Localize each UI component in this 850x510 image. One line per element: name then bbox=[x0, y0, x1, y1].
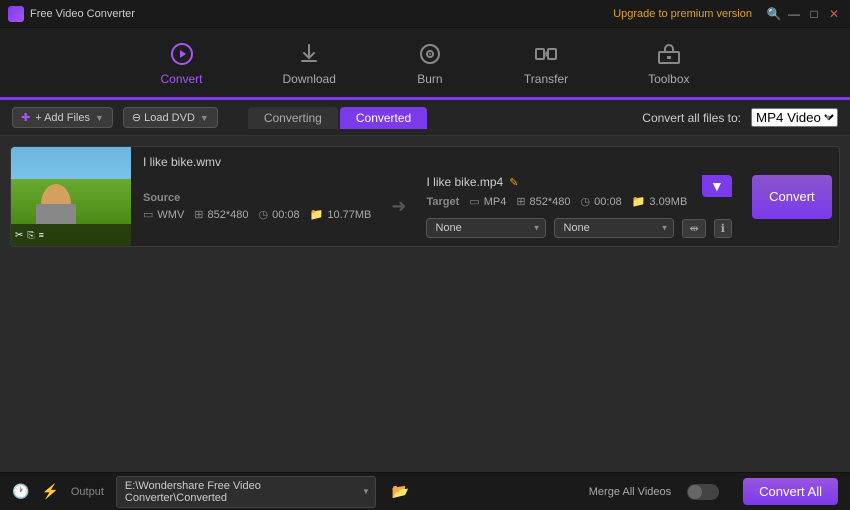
source-label: Source bbox=[143, 192, 371, 204]
nav-download-label: Download bbox=[283, 72, 336, 86]
merge-toggle[interactable] bbox=[687, 484, 719, 500]
add-files-button[interactable]: ✚ + Add Files ▼ bbox=[12, 107, 113, 128]
format-select-wrap[interactable]: MP4 Video bbox=[751, 108, 838, 127]
title-bar: Free Video Converter Upgrade to premium … bbox=[0, 0, 850, 28]
folder-open-icon[interactable]: 📂 bbox=[392, 483, 409, 500]
convert-all-files-label: Convert all files to: bbox=[642, 111, 741, 125]
effect2-select[interactable]: None bbox=[554, 218, 674, 238]
source-resolution: ⊞ 852*480 bbox=[194, 208, 248, 221]
nav-convert-label: Convert bbox=[160, 72, 202, 86]
app-title: Free Video Converter bbox=[30, 8, 135, 20]
nav-convert[interactable]: Convert bbox=[150, 34, 212, 92]
nav-burn[interactable]: Burn bbox=[406, 34, 454, 92]
list-icon[interactable]: ≡ bbox=[39, 230, 44, 240]
convert-button[interactable]: Convert bbox=[752, 175, 832, 219]
effect1-select-wrap[interactable]: None bbox=[426, 218, 546, 238]
burn-icon bbox=[416, 40, 444, 68]
effect2-select-wrap[interactable]: None bbox=[554, 218, 674, 238]
app-icon bbox=[8, 6, 24, 22]
title-left: Free Video Converter bbox=[8, 6, 135, 22]
target-format: ▭ MP4 bbox=[469, 195, 506, 208]
nav-download[interactable]: Download bbox=[273, 34, 346, 92]
status-bar: 🕐 ⚡ Output E:\Wondershare Free Video Con… bbox=[0, 472, 850, 510]
file-thumbnail: ✂ ⎘ ≡ bbox=[11, 147, 131, 246]
tab-converting[interactable]: Converting bbox=[248, 107, 338, 129]
source-group: Source ▭ WMV ⊞ 852*480 ◷ 00:08 bbox=[143, 192, 371, 221]
folder-icon: 📁 bbox=[310, 208, 324, 221]
maximize-button[interactable]: □ bbox=[806, 6, 822, 22]
target-res-icon: ⊞ bbox=[516, 195, 525, 208]
source-items: ▭ WMV ⊞ 852*480 ◷ 00:08 📁 bbox=[143, 208, 371, 221]
target-folder-icon: 📁 bbox=[632, 195, 646, 208]
convert-icon bbox=[168, 40, 196, 68]
history-icon[interactable]: 🕐 bbox=[12, 483, 29, 500]
output-path[interactable]: E:\Wondershare Free Video Converter\Conv… bbox=[116, 476, 376, 508]
effects-row: None None ⇹ ℹ bbox=[426, 218, 731, 238]
load-dvd-button[interactable]: ⊖ Load DVD ▼ bbox=[123, 107, 218, 128]
file-details-row: Source ▭ WMV ⊞ 852*480 ◷ 00:08 bbox=[143, 175, 732, 238]
title-right: Upgrade to premium version 🔍 — □ ✕ bbox=[613, 6, 842, 22]
toolbar: ✚ + Add Files ▼ ⊖ Load DVD ▼ Converting … bbox=[0, 100, 850, 136]
source-duration: ◷ 00:08 bbox=[259, 208, 300, 221]
tabs: Converting Converted bbox=[248, 107, 427, 129]
target-label: Target bbox=[426, 196, 459, 208]
merge-all-label: Merge All Videos bbox=[589, 486, 671, 498]
target-items: Target ▭ MP4 ⊞ 852*480 ◷ 00:08 bbox=[426, 195, 731, 208]
target-filename: I like bike.mp4 bbox=[426, 175, 503, 189]
output-label: Output bbox=[71, 486, 104, 498]
format-icon: ▭ bbox=[143, 208, 153, 221]
transfer-icon bbox=[532, 40, 560, 68]
upgrade-link[interactable]: Upgrade to premium version bbox=[613, 8, 752, 20]
tab-converted[interactable]: Converted bbox=[340, 107, 427, 129]
target-name-row: I like bike.mp4 ✎ bbox=[426, 175, 731, 189]
minimize-button[interactable]: — bbox=[786, 6, 802, 22]
download-icon bbox=[295, 40, 323, 68]
close-button[interactable]: ✕ bbox=[826, 6, 842, 22]
target-duration: ◷ 00:08 bbox=[581, 195, 622, 208]
source-filename: I like bike.wmv bbox=[143, 155, 732, 169]
source-format: ▭ WMV bbox=[143, 208, 184, 221]
target-format-icon: ▭ bbox=[469, 195, 479, 208]
output-path-wrap[interactable]: E:\Wondershare Free Video Converter\Conv… bbox=[116, 476, 376, 508]
source-size: 📁 10.77MB bbox=[310, 208, 372, 221]
flash-icon[interactable]: ⚡ bbox=[41, 483, 58, 500]
nav-transfer[interactable]: Transfer bbox=[514, 34, 578, 92]
nav-toolbox-label: Toolbox bbox=[648, 72, 689, 86]
target-resolution: ⊞ 852*480 bbox=[516, 195, 570, 208]
arrow-separator: ➜ bbox=[383, 196, 414, 217]
target-format-button[interactable]: ▼ bbox=[702, 175, 732, 197]
nav-bar: Convert Download Burn Tran bbox=[0, 28, 850, 100]
target-clock-icon: ◷ bbox=[581, 195, 591, 208]
effect1-select[interactable]: None bbox=[426, 218, 546, 238]
search-icon[interactable]: 🔍 bbox=[766, 6, 782, 22]
target-size: 📁 3.09MB bbox=[632, 195, 688, 208]
format-select[interactable]: MP4 Video bbox=[751, 108, 838, 127]
file-item: ✂ ⎘ ≡ I like bike.wmv Source ▭ WMV bbox=[10, 146, 840, 247]
clock-icon: ◷ bbox=[259, 208, 269, 221]
cut-icon[interactable]: ✂ bbox=[15, 230, 23, 241]
load-dvd-dropdown-arrow: ▼ bbox=[200, 113, 209, 123]
nav-toolbox[interactable]: Toolbox bbox=[638, 34, 699, 92]
target-group: I like bike.mp4 ✎ Target ▭ MP4 ⊞ 852*480 bbox=[426, 175, 731, 238]
file-info: I like bike.wmv Source ▭ WMV ⊞ 852*480 bbox=[131, 147, 744, 246]
add-files-dropdown-arrow: ▼ bbox=[95, 113, 104, 123]
nav-burn-label: Burn bbox=[417, 72, 442, 86]
main-content: ✂ ⎘ ≡ I like bike.wmv Source ▭ WMV bbox=[0, 136, 850, 481]
effect-merge-icon[interactable]: ⇹ bbox=[682, 219, 705, 238]
convert-all-button[interactable]: Convert All bbox=[743, 478, 838, 505]
edit-icon[interactable]: ✎ bbox=[509, 176, 518, 189]
nav-transfer-label: Transfer bbox=[524, 72, 568, 86]
toggle-knob bbox=[688, 485, 702, 499]
copy-icon[interactable]: ⎘ bbox=[27, 230, 34, 241]
resolution-icon: ⊞ bbox=[194, 208, 203, 221]
effect-info-icon[interactable]: ℹ bbox=[714, 219, 732, 238]
toolbox-icon bbox=[655, 40, 683, 68]
thumb-controls: ✂ ⎘ ≡ bbox=[11, 224, 131, 246]
